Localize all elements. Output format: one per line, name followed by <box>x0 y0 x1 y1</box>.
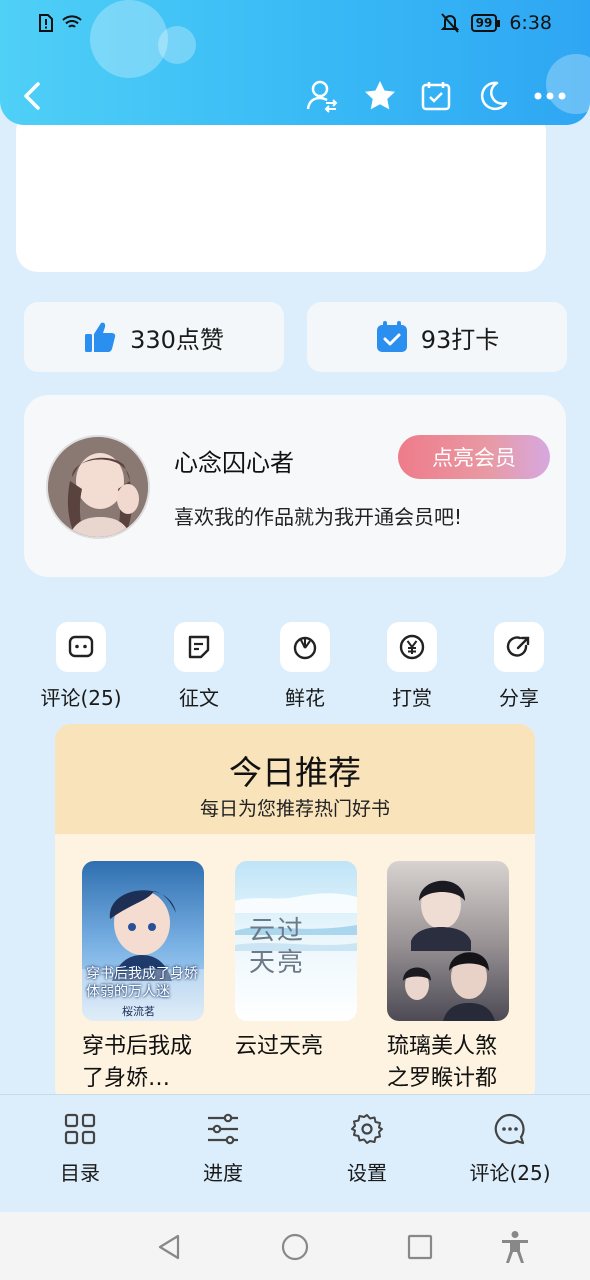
action-label: 征文 <box>179 686 219 710</box>
vip-button[interactable]: 点亮会员 <box>398 435 550 479</box>
action-comment[interactable]: 评论(25) <box>31 622 131 711</box>
sliders-icon <box>208 1113 238 1145</box>
thumbs-up-icon <box>85 322 116 352</box>
checkins-count: 93打卡 <box>420 325 500 354</box>
nav-label: 设置 <box>347 1161 387 1185</box>
wifi-icon <box>62 15 82 28</box>
book-item[interactable]: 穿书后我成了身娇体弱的万人迷 桜流茗 穿书后我成了身娇… <box>82 861 210 1095</box>
accessibility-button[interactable] <box>498 1230 532 1264</box>
recommend-subtitle: 每日为您推荐热门好书 <box>199 798 390 820</box>
recommend-title: 今日推荐 <box>229 753 361 792</box>
calendar-check-icon <box>421 82 451 111</box>
nav-label: 进度 <box>203 1161 243 1185</box>
night-mode-button[interactable] <box>473 76 513 116</box>
nav-catalog[interactable]: 目录 <box>15 1113 145 1186</box>
sim-alert-icon <box>39 14 53 32</box>
more-button[interactable] <box>530 76 570 116</box>
book-item[interactable]: 琉璃美人煞之罗睺计都 <box>387 861 515 1095</box>
action-tip[interactable]: 打赏 <box>362 622 462 711</box>
toolbar <box>0 70 590 120</box>
likes-count: 330点赞 <box>130 325 224 354</box>
more-icon <box>534 92 566 100</box>
book-cover <box>387 861 509 1021</box>
likes-button[interactable]: 330点赞 <box>24 302 284 372</box>
status-bar: 99 6:38 <box>0 0 590 48</box>
action-label: 评论(25) <box>40 686 122 710</box>
book-cover: 穿书后我成了身娇体弱的万人迷 桜流茗 <box>82 861 204 1021</box>
gear-icon <box>351 1114 383 1144</box>
system-home-button[interactable] <box>278 1230 312 1264</box>
chevron-left-icon <box>24 82 40 110</box>
nav-label: 评论(25) <box>469 1161 551 1185</box>
author-name: 心念囚心者 <box>174 449 294 477</box>
checkins-button[interactable]: 93打卡 <box>307 302 567 372</box>
book-title: 琉璃美人煞之罗睺计都 <box>387 1034 498 1091</box>
nav-settings[interactable]: 设置 <box>302 1113 432 1186</box>
square-recents-icon <box>407 1234 433 1260</box>
book-cover-art <box>403 880 495 1021</box>
nav-label: 目录 <box>60 1161 100 1185</box>
status-time: 6:38 <box>509 12 552 34</box>
yuan-icon <box>399 634 425 660</box>
system-recents-button[interactable] <box>403 1230 437 1264</box>
chat-icon <box>494 1113 525 1145</box>
nav-comments[interactable]: 评论(25) <box>445 1113 575 1186</box>
content-card <box>16 110 546 272</box>
recommend-card: 今日推荐 每日为您推荐热门好书 穿书后我成了身娇体弱的万人迷 桜流茗 穿书后我成… <box>55 724 535 1104</box>
grid-icon <box>64 1113 96 1145</box>
book-cover-text: 穿书后我成了身娇体弱的万人迷 <box>86 966 198 1000</box>
favorite-button[interactable] <box>360 76 400 116</box>
action-label: 打赏 <box>392 686 432 710</box>
action-share[interactable]: 分享 <box>469 622 569 711</box>
author-description: 喜欢我的作品就为我开通会员吧! <box>174 505 463 529</box>
back-button[interactable] <box>18 76 48 116</box>
book-cover-text: 云过天亮 <box>249 916 306 978</box>
book-cover: 云过天亮 <box>235 861 357 1021</box>
circle-home-icon <box>281 1233 309 1261</box>
author-avatar[interactable] <box>46 435 150 539</box>
book-title: 穿书后我成了身娇… <box>82 1034 193 1091</box>
system-navigation-bar <box>0 1212 590 1280</box>
action-label: 分享 <box>499 686 539 710</box>
calendar-check-icon <box>376 321 407 352</box>
user-swap-icon <box>306 80 338 113</box>
flower-icon <box>293 636 317 660</box>
action-essay[interactable]: 征文 <box>149 622 249 711</box>
mute-bell-icon <box>440 13 459 33</box>
essay-icon <box>188 635 210 659</box>
nav-progress[interactable]: 进度 <box>158 1113 288 1186</box>
follow-author-button[interactable] <box>302 76 342 116</box>
recommend-header: 今日推荐 每日为您推荐热门好书 <box>55 724 535 834</box>
comment-icon <box>68 635 94 658</box>
action-label: 鲜花 <box>285 686 325 710</box>
book-item[interactable]: 云过天亮 云过天亮 <box>235 861 363 1095</box>
triangle-back-icon <box>158 1234 180 1260</box>
accessibility-icon <box>502 1231 528 1263</box>
system-back-button[interactable] <box>152 1230 186 1264</box>
avatar-image <box>48 437 148 537</box>
bottom-nav: 目录 进度 设置 评论(25) <box>0 1094 590 1212</box>
book-title: 云过天亮 <box>235 1034 324 1059</box>
battery-indicator: 99 <box>470 14 501 32</box>
app-header: 99 6:38 <box>0 0 590 125</box>
moon-icon <box>480 81 508 111</box>
checkin-button[interactable] <box>416 76 456 116</box>
author-card: 心念囚心者 点亮会员 喜欢我的作品就为我开通会员吧! <box>24 395 566 577</box>
action-flower[interactable]: 鲜花 <box>255 622 355 711</box>
star-icon <box>365 81 395 110</box>
book-cover-author: 桜流茗 <box>122 1005 155 1018</box>
share-icon <box>506 636 530 657</box>
